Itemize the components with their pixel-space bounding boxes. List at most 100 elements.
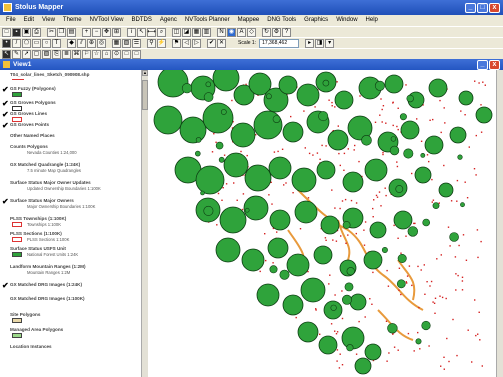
minimize-button[interactable]: _ [465, 2, 476, 13]
frame-icon[interactable]: ▢ [32, 49, 41, 59]
layer-checkbox[interactable] [2, 162, 9, 169]
menu-help[interactable]: Help [362, 15, 382, 26]
north-arrow-icon[interactable]: N [217, 27, 226, 37]
attach-icon[interactable]: ⎘ [52, 49, 61, 59]
layer-checkbox[interactable] [2, 344, 9, 351]
menu-view[interactable]: View [38, 15, 59, 26]
star-icon[interactable]: ☆ [92, 49, 101, 59]
print-icon[interactable]: ⎙ [32, 27, 41, 37]
layer-checkbox[interactable]: ✔ [2, 282, 9, 290]
pan-icon[interactable]: ✥ [102, 27, 111, 37]
draw-text-icon[interactable]: T [52, 38, 61, 48]
map-scrollbar[interactable] [496, 70, 503, 377]
view-close-button[interactable]: x [489, 59, 500, 70]
menu-edit[interactable]: Edit [20, 15, 38, 26]
draw-rect-icon[interactable]: ▭ [32, 38, 41, 48]
zoom-next-icon[interactable]: ▷ [192, 38, 201, 48]
bookmark-icon[interactable]: ⚑ [172, 38, 181, 48]
table-icon[interactable]: ▦ [192, 27, 201, 37]
menu-dng-tools[interactable]: DNG Tools [263, 15, 300, 26]
layer-icon[interactable]: ≣ [62, 49, 71, 59]
open-icon[interactable]: ▪ [12, 27, 21, 37]
buffer-icon[interactable]: ◎ [97, 38, 106, 48]
scale-lock-icon[interactable]: ◨ [315, 38, 325, 48]
box2-icon[interactable]: □ [132, 49, 141, 59]
image-icon[interactable]: ▨ [42, 49, 51, 59]
cut-icon[interactable]: ✂ [47, 27, 56, 37]
toc-scrollbar[interactable]: ▲ [141, 70, 148, 377]
sketch-icon[interactable]: ✎ [12, 49, 21, 59]
new-icon[interactable]: □ [2, 27, 11, 37]
tag-icon[interactable]: ⌘ [72, 49, 81, 59]
layout-icon[interactable]: ▧ [122, 38, 131, 48]
grid-icon[interactable]: ▦ [112, 38, 121, 48]
maximize-button[interactable]: □ [477, 2, 488, 13]
vertex-icon[interactable]: ◆ [67, 38, 76, 48]
menu-file[interactable]: File [2, 15, 20, 26]
map-svg[interactable] [148, 70, 496, 377]
settings-icon[interactable]: ⚙ [272, 27, 281, 37]
layer-checkbox[interactable] [2, 231, 9, 238]
menu-graphics[interactable]: Graphics [300, 15, 332, 26]
zoom-previous-icon[interactable]: ◁ [182, 38, 191, 48]
layer-checkbox[interactable] [2, 144, 9, 151]
menu-window[interactable]: Window [332, 15, 361, 26]
layer-remove-icon[interactable]: ◪ [182, 27, 191, 37]
merge-icon[interactable]: ⊕ [87, 38, 96, 48]
layer-checkbox[interactable]: ✔ [2, 122, 9, 130]
hyperlink-icon[interactable]: ⚲ [147, 38, 156, 48]
zoom-in-icon[interactable]: + [82, 27, 91, 37]
graphics-icon[interactable]: ◇ [247, 27, 256, 37]
refresh-icon[interactable]: ↻ [262, 27, 271, 37]
zoom-out-icon[interactable]: − [92, 27, 101, 37]
map-canvas[interactable] [148, 70, 496, 377]
copy-icon[interactable]: ❐ [57, 27, 66, 37]
layer-checkbox[interactable] [2, 296, 9, 303]
cross-icon[interactable]: ✕ [217, 38, 226, 48]
box-icon[interactable]: □ [122, 49, 131, 59]
draw-circle-icon[interactable]: ○ [42, 38, 51, 48]
pointer-icon[interactable]: ↖ [2, 49, 11, 59]
layer-checkbox[interactable] [2, 133, 9, 140]
hotlink-icon[interactable]: ⚡ [157, 38, 166, 48]
draw-point-icon[interactable]: • [2, 38, 11, 48]
menu-agenc[interactable]: Agenc [156, 15, 181, 26]
scale-dropdown-icon[interactable]: ▾ [325, 38, 335, 48]
paste-icon[interactable]: ▤ [67, 27, 76, 37]
layer-checkbox[interactable] [2, 246, 9, 253]
layer-checkbox[interactable]: ✔ [2, 198, 9, 206]
menu-nvtool-view[interactable]: NVTool View [86, 15, 128, 26]
view-minimize-button[interactable]: _ [477, 59, 488, 70]
help-icon[interactable]: ? [282, 27, 291, 37]
menu-bdtds[interactable]: BDTDS [128, 15, 156, 26]
measure-icon[interactable]: ⟷ [147, 27, 156, 37]
layer-checkbox[interactable] [2, 72, 9, 79]
menu-mappee[interactable]: Mappee [234, 15, 264, 26]
layer-checkbox[interactable] [2, 327, 9, 334]
full-extent-icon[interactable]: ⊞ [112, 27, 121, 37]
menu-theme[interactable]: Theme [59, 15, 86, 26]
scale-input[interactable]: 17,368,462 [259, 38, 300, 48]
menu-nvtools-planner[interactable]: NVTools Planner [181, 15, 234, 26]
home-icon[interactable]: ⌂ [102, 49, 111, 59]
close-button[interactable]: x [489, 2, 500, 13]
arrow-icon[interactable]: ➚ [22, 49, 31, 59]
identify-icon[interactable]: i [127, 27, 136, 37]
flag-icon[interactable]: ⚐ [82, 49, 91, 59]
layer-checkbox[interactable] [2, 216, 9, 223]
globe-icon[interactable]: ◉ [227, 27, 236, 37]
layer-checkbox[interactable] [2, 312, 9, 319]
chart-icon[interactable]: ▥ [202, 27, 211, 37]
select-icon[interactable]: ↖ [137, 27, 146, 37]
split-icon[interactable]: ⫽ [77, 38, 86, 48]
layer-checkbox[interactable] [2, 180, 9, 187]
find-icon[interactable]: ⌕ [157, 27, 166, 37]
layer-add-icon[interactable]: ◫ [172, 27, 181, 37]
layer-checkbox[interactable] [2, 264, 9, 271]
draw-line-icon[interactable]: / [12, 38, 21, 48]
target-icon[interactable]: ⊙ [112, 49, 121, 59]
label-icon[interactable]: A [237, 27, 246, 37]
layer-checkbox[interactable]: ✔ [2, 100, 9, 108]
layer-checkbox[interactable]: ✔ [2, 111, 9, 119]
layer-checkbox[interactable]: ✔ [2, 86, 9, 94]
